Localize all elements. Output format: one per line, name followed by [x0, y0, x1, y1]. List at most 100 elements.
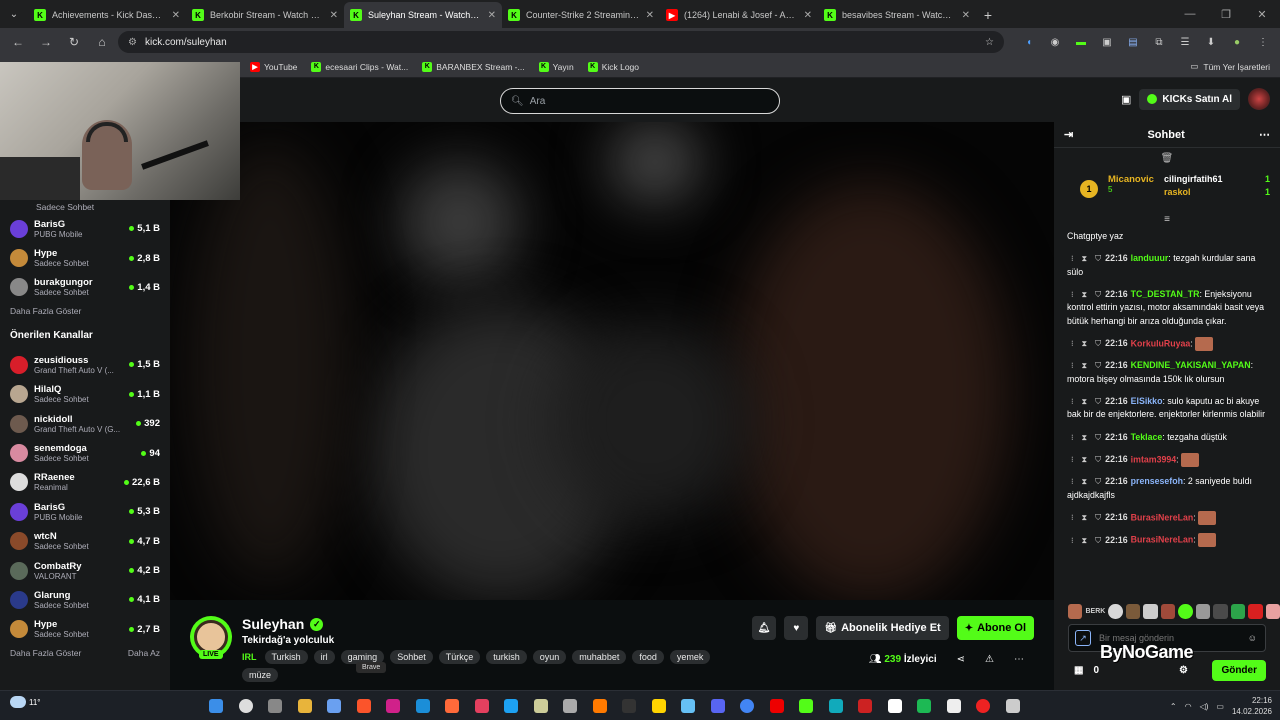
timeout-icon[interactable]: ⧗ — [1082, 290, 1088, 299]
sidebar-channel[interactable]: Hype Sadece Sohbet 2,7 B — [10, 615, 160, 644]
close-tab-icon[interactable]: ✕ — [330, 10, 338, 21]
sidebar-channel[interactable]: Hype Sadece Sohbet 2,8 B — [10, 243, 160, 272]
close-tab-icon[interactable]: ✕ — [172, 10, 180, 21]
leaderboard-row[interactable]: cilingirfatih61 1 — [1164, 174, 1270, 184]
stream-tag[interactable]: muhabbet — [572, 650, 627, 664]
minimize-icon[interactable]: — — [1172, 0, 1208, 28]
category-link[interactable]: IRL — [242, 652, 257, 662]
speedometer-icon[interactable] — [558, 695, 582, 717]
pin-icon[interactable]: ⁝ — [1071, 290, 1074, 299]
mod-shield-icon[interactable]: ⛉ — [1095, 433, 1101, 442]
windows-start-icon[interactable] — [204, 695, 228, 717]
show-less-link[interactable]: Daha Az — [128, 648, 160, 658]
url-field[interactable]: ⚙ kick.com/suleyhan ☆ — [118, 31, 1004, 53]
sidebar-channel[interactable]: HilalQ Sadece Sohbet 1,1 B — [10, 380, 160, 409]
streamer-name[interactable]: Suleyhan ✓ — [242, 616, 324, 632]
message-username[interactable]: ElSikko — [1131, 396, 1163, 406]
sidebar-channel[interactable]: CombatRy VALORANT 4,2 B — [10, 556, 160, 585]
tweetdeck-icon[interactable] — [588, 695, 612, 717]
mod-shield-icon[interactable]: ⛉ — [1095, 339, 1101, 348]
bookmark-item[interactable]: K Kick Logo — [587, 61, 639, 72]
kick-icon[interactable] — [794, 695, 818, 717]
search-icon[interactable] — [234, 695, 258, 717]
emote[interactable] — [1108, 603, 1123, 619]
stream-tag[interactable]: Sohbet — [390, 650, 433, 664]
timeout-icon[interactable]: ⧗ — [1082, 433, 1088, 442]
spotify-icon[interactable] — [912, 695, 936, 717]
tray-chevron-icon[interactable]: ⌃ — [1170, 702, 1177, 711]
sidebar-channel[interactable]: BarisG PUBG Mobile 5,3 B — [10, 497, 160, 526]
app-icon[interactable] — [824, 695, 848, 717]
video-player[interactable] — [170, 122, 1054, 600]
browser-menu-icon[interactable]: ⋮ — [1252, 31, 1274, 53]
emote[interactable] — [1230, 603, 1246, 619]
sidebar-channel[interactable]: RRaenee Reanimal 22,6 B — [10, 468, 160, 497]
timeout-icon[interactable]: ⧗ — [1082, 513, 1088, 522]
timeout-icon[interactable]: ⧗ — [1082, 339, 1088, 348]
pin-icon[interactable]: ⁝ — [1071, 361, 1074, 370]
edge-icon[interactable] — [411, 695, 435, 717]
mod-shield-icon[interactable]: ⛉ — [1095, 536, 1101, 545]
emote[interactable] — [1068, 603, 1083, 619]
trash-icon[interactable]: 🗑︎ — [1054, 148, 1280, 168]
opera-icon[interactable] — [971, 695, 995, 717]
profile-avatar[interactable]: ● — [1226, 31, 1248, 53]
message-username[interactable]: Teklace — [1131, 432, 1163, 442]
pin-icon[interactable]: ⁝ — [1071, 339, 1074, 348]
discord-icon[interactable] — [706, 695, 730, 717]
downloads-icon[interactable]: ⬇ — [1200, 31, 1222, 53]
send-button[interactable]: Gönder — [1212, 659, 1266, 681]
timeout-icon[interactable]: ⧗ — [1082, 455, 1088, 464]
instagram-icon[interactable] — [470, 695, 494, 717]
media-player-icon[interactable] — [381, 695, 405, 717]
sidebar-channel[interactable]: zeusidiouss Grand Theft Auto V (... 1,5 B — [10, 350, 160, 379]
reload-icon[interactable]: ↻ — [62, 30, 86, 54]
sidebar-channel[interactable]: wtcN Sadece Sohbet 4,7 B — [10, 527, 160, 556]
yandex-icon[interactable] — [883, 695, 907, 717]
emote[interactable] — [1265, 603, 1280, 619]
browser-tab[interactable]: Kbesavibes Stream - Watch Live ✕ — [818, 2, 976, 28]
report-icon[interactable]: ⚠ — [985, 654, 994, 665]
message-username[interactable]: KENDINE_YAKISANI_YAPAN — [1131, 360, 1251, 370]
pin-icon[interactable]: ⁝ — [1071, 397, 1074, 406]
maximize-icon[interactable]: ❐ — [1208, 0, 1244, 28]
sidebar-channel[interactable]: burakgungor Sadece Sohbet 1,4 B — [10, 273, 160, 302]
sidebar-channel[interactable]: senemdoga Sadece Sohbet 94 — [10, 438, 160, 467]
inbox-icon[interactable]: ▣ — [1121, 93, 1131, 106]
message-username[interactable]: BurasiNereLan — [1131, 512, 1194, 522]
reading-list-icon[interactable]: ☰ — [1174, 31, 1196, 53]
message-username[interactable]: KorkuluRuyaa — [1131, 338, 1191, 348]
app-icon[interactable] — [942, 695, 966, 717]
pin-icon[interactable]: ⁝ — [1071, 455, 1074, 464]
bookmark-item[interactable]: K BARANBEX Stream -... — [422, 61, 525, 72]
extensions-puzzle-icon[interactable]: ⧉ — [1148, 31, 1170, 53]
timeout-icon[interactable]: ⧗ — [1082, 536, 1088, 545]
wifi-icon[interactable]: ◠ — [1185, 702, 1192, 711]
buy-kicks-button[interactable]: KICKs Satın Al — [1139, 88, 1240, 110]
youtube-icon[interactable] — [765, 695, 789, 717]
emote[interactable] — [1213, 603, 1228, 619]
stream-tag[interactable]: irl — [313, 650, 335, 664]
clock[interactable]: 22:16 14.02.2026 — [1232, 695, 1272, 717]
pin-icon[interactable]: ⁝ — [1071, 513, 1074, 522]
browser-tab[interactable]: K Counter-Strike 2 Streaming - Live ✕ — [502, 2, 660, 28]
weather-widget[interactable]: 11° — [10, 696, 41, 708]
message-username[interactable]: imtam3994 — [1131, 454, 1176, 464]
settings-icon[interactable] — [1001, 695, 1025, 717]
bookmark-item[interactable]: ▶ YouTube — [250, 61, 297, 72]
emote[interactable] — [1178, 603, 1193, 619]
twitter-icon[interactable] — [499, 695, 523, 717]
follow-heart-button[interactable]: ♥ — [784, 616, 809, 640]
extension-icon[interactable]: ◖ — [1018, 31, 1040, 53]
gift-sub-button[interactable]: 🎁︎ Abonelik Hediye Et — [816, 616, 949, 640]
task-view-icon[interactable] — [263, 695, 287, 717]
timeout-icon[interactable]: ⧗ — [1082, 477, 1088, 486]
message-username[interactable]: TC_DESTAN_TR — [1131, 289, 1200, 299]
show-more-link[interactable]: Daha Fazla Göster — [10, 648, 81, 658]
stream-tag[interactable]: oyun — [532, 650, 567, 664]
pin-icon[interactable]: ⁝ — [1071, 433, 1074, 442]
stream-tag[interactable]: Türkçe — [438, 650, 481, 664]
browser-tab[interactable]: K Achievements - Kick Dashboard ✕ — [28, 2, 186, 28]
points-icon[interactable]: ▦ — [1074, 665, 1083, 676]
close-tab-icon[interactable]: ✕ — [962, 10, 970, 21]
